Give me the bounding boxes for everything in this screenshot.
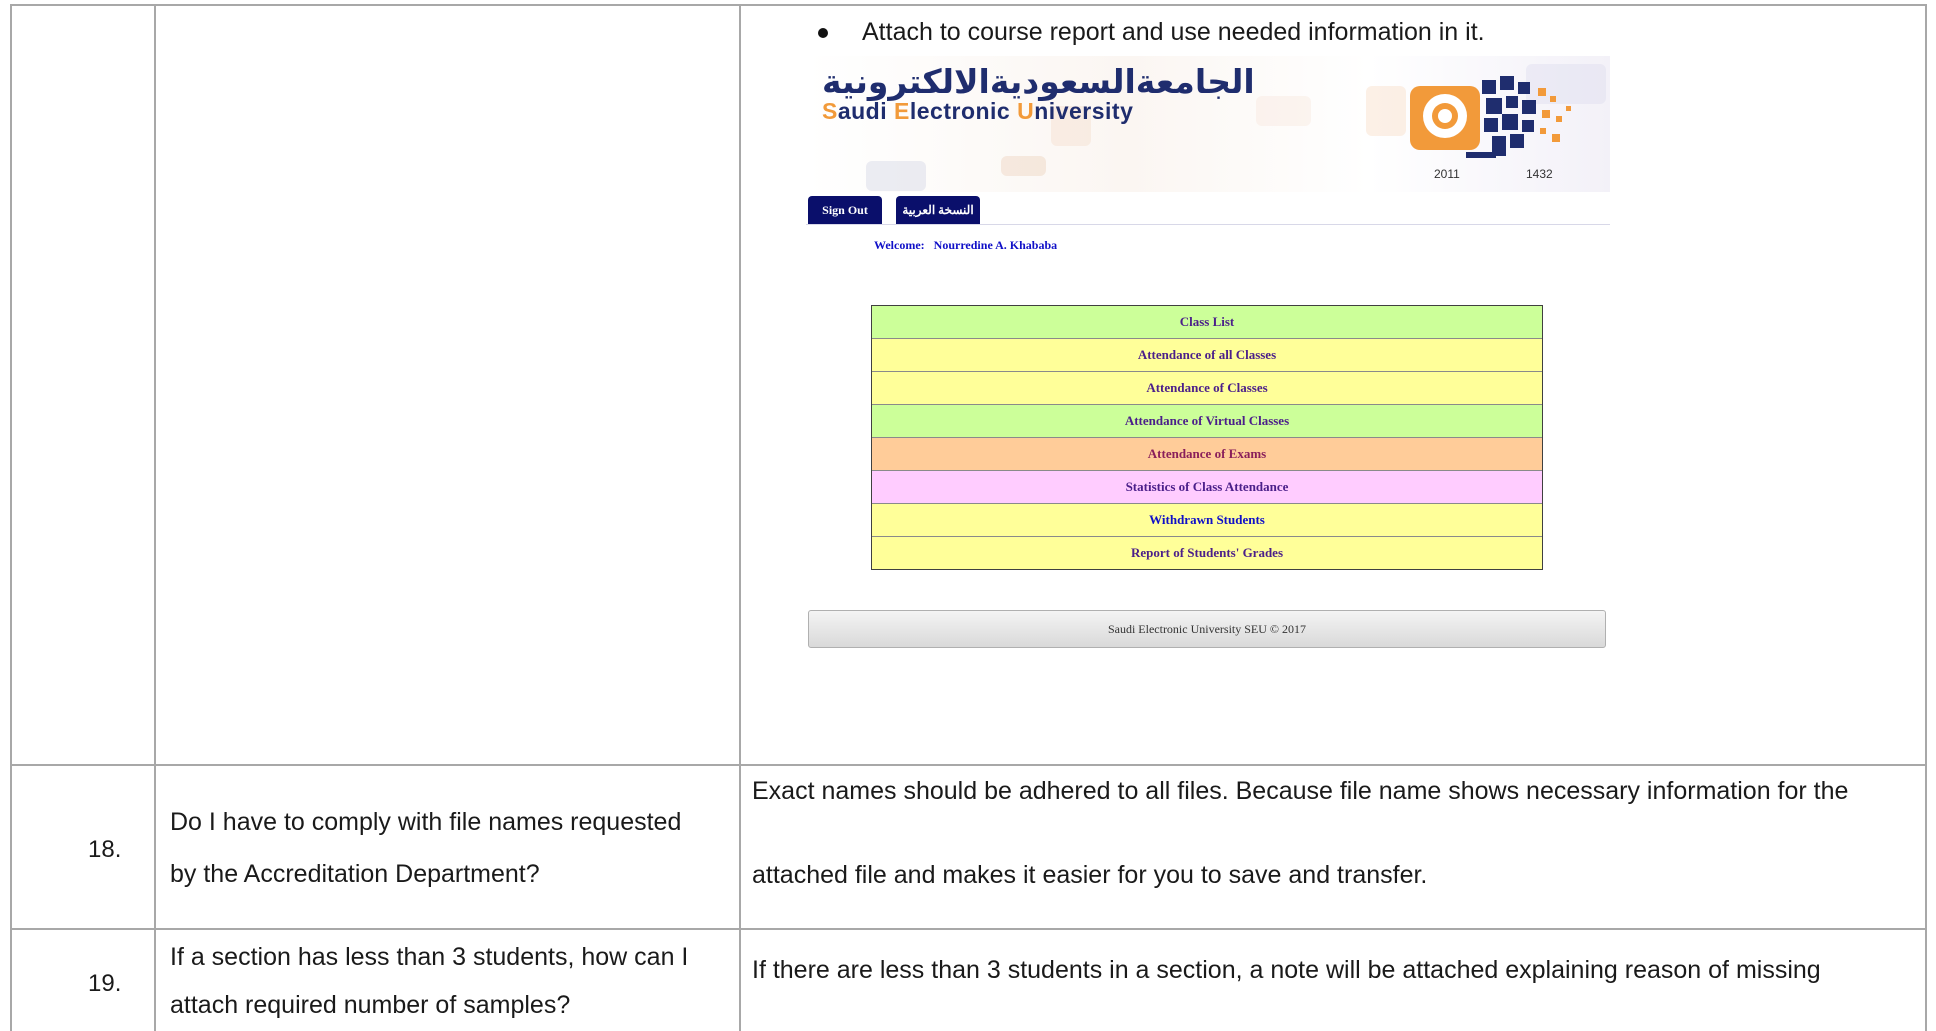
- table-border-left: [10, 4, 12, 1031]
- table-border-top: [10, 4, 1927, 6]
- menu-item[interactable]: Attendance of all Classes: [872, 339, 1542, 372]
- faq-table: Attach to course report and use needed i…: [0, 0, 1936, 1031]
- answer-line: If there are less than 3 students in a s…: [752, 956, 1821, 984]
- question-line: If a section has less than 3 students, h…: [170, 943, 689, 971]
- table-border-right: [1925, 4, 1927, 1031]
- portal-screenshot: الجامعةالسعوديةالالكترونية Saudi Electro…: [806, 56, 1610, 652]
- portal-footer: Saudi Electronic University SEU © 2017: [808, 610, 1606, 648]
- table-column-divider: [154, 4, 156, 1031]
- question-line: Do I have to comply with file names requ…: [170, 808, 682, 836]
- menu-item[interactable]: Statistics of Class Attendance: [872, 471, 1542, 504]
- menu-item[interactable]: Report of Students' Grades: [872, 537, 1542, 569]
- year-left: 2011: [1434, 167, 1460, 181]
- bullet-text: Attach to course report and use needed i…: [862, 18, 1485, 46]
- row-number: 19.: [88, 970, 122, 997]
- answer-line: Exact names should be adhered to all fil…: [752, 777, 1849, 805]
- welcome-label: Welcome:: [874, 238, 925, 252]
- welcome-name: Nourredine A. Khababa: [933, 238, 1058, 252]
- university-logo-arabic: الجامعةالسعوديةالالكترونية: [822, 62, 1255, 101]
- table-row-divider: [10, 928, 1927, 930]
- sign-out-tab[interactable]: Sign Out: [808, 196, 882, 224]
- bullet-icon: [818, 28, 828, 38]
- table-row-divider: [10, 764, 1927, 766]
- menu-item[interactable]: Attendance of Classes: [872, 372, 1542, 405]
- menu-item[interactable]: Attendance of Virtual Classes: [872, 405, 1542, 438]
- row-number: 18.: [88, 836, 122, 863]
- menu-item[interactable]: Attendance of Exams: [872, 438, 1542, 471]
- welcome-message: Welcome: Nourredine A. Khababa: [874, 238, 1057, 253]
- year-right: 1432: [1526, 167, 1553, 181]
- arabic-version-tab[interactable]: النسخة العربية: [896, 196, 980, 224]
- portal-menu: Class List Attendance of all Classes Atten…: [871, 305, 1543, 570]
- answer-line: attached file and makes it easier for yo…: [752, 861, 1428, 889]
- portal-banner: الجامعةالسعوديةالالكترونية Saudi Electro…: [806, 56, 1610, 192]
- tab-underline: [806, 224, 1610, 225]
- table-column-divider: [739, 4, 741, 1031]
- question-line: by the Accreditation Department?: [170, 860, 540, 888]
- menu-item[interactable]: Withdrawn Students: [872, 504, 1542, 537]
- menu-item[interactable]: Class List: [872, 306, 1542, 339]
- university-emblem-icon: 2011 1432: [1410, 76, 1571, 181]
- question-line: attach required number of samples?: [170, 991, 571, 1019]
- university-logo-english: Saudi Electronic University: [822, 98, 1134, 124]
